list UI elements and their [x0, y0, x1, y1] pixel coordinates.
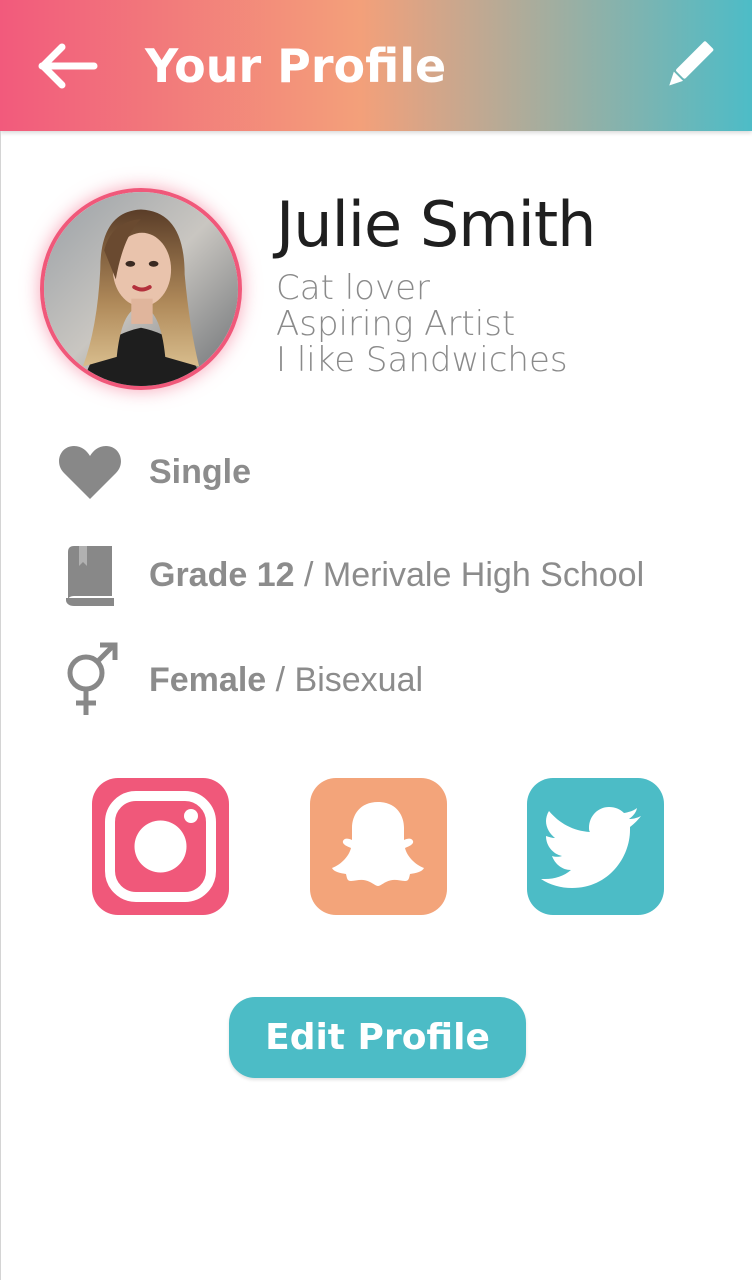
snapchat-button[interactable] — [310, 778, 447, 915]
edit-profile-icon-button[interactable] — [660, 38, 716, 94]
separator: / — [266, 660, 295, 699]
gender-row: Female / Bisexual — [56, 640, 423, 720]
gender-icon — [56, 642, 124, 717]
pencil-icon — [669, 41, 714, 86]
gender-value: Female — [149, 660, 267, 699]
profile-photo — [44, 192, 238, 386]
separator: / — [294, 555, 323, 594]
school-name: Merivale High School — [322, 555, 645, 594]
heart-icon — [56, 435, 124, 509]
relationship-row: Single — [56, 432, 251, 512]
bio-line: Aspiring Artist — [276, 304, 516, 344]
avatar[interactable] — [40, 188, 242, 390]
school-row: Grade 12 / Merivale High School — [56, 535, 644, 615]
bio-line: Cat lover — [276, 268, 430, 308]
grade-value: Grade 12 — [149, 555, 295, 594]
page-title: Your Profile — [145, 39, 447, 93]
left-divider — [0, 131, 1, 1280]
edit-profile-button[interactable]: Edit Profile — [229, 997, 526, 1078]
relationship-status-value: Single — [149, 452, 252, 491]
instagram-icon — [92, 778, 229, 915]
twitter-icon — [527, 778, 664, 915]
arrow-left-icon — [38, 43, 98, 89]
school-info: Grade 12 / Merivale High School — [149, 556, 644, 595]
snapchat-icon — [310, 778, 447, 915]
orientation-value: Bisexual — [294, 660, 424, 699]
profile-bio: Cat lover Aspiring Artist I like Sandwic… — [276, 270, 568, 378]
instagram-button[interactable] — [92, 778, 229, 915]
app-header: Your Profile — [0, 0, 752, 131]
twitter-button[interactable] — [527, 778, 664, 915]
book-icon — [56, 538, 124, 612]
relationship-status: Single — [149, 453, 251, 492]
bio-line: I like Sandwiches — [276, 340, 568, 380]
back-button[interactable] — [38, 42, 98, 90]
gender-info: Female / Bisexual — [149, 661, 423, 700]
profile-name: Julie Smith — [276, 188, 596, 261]
